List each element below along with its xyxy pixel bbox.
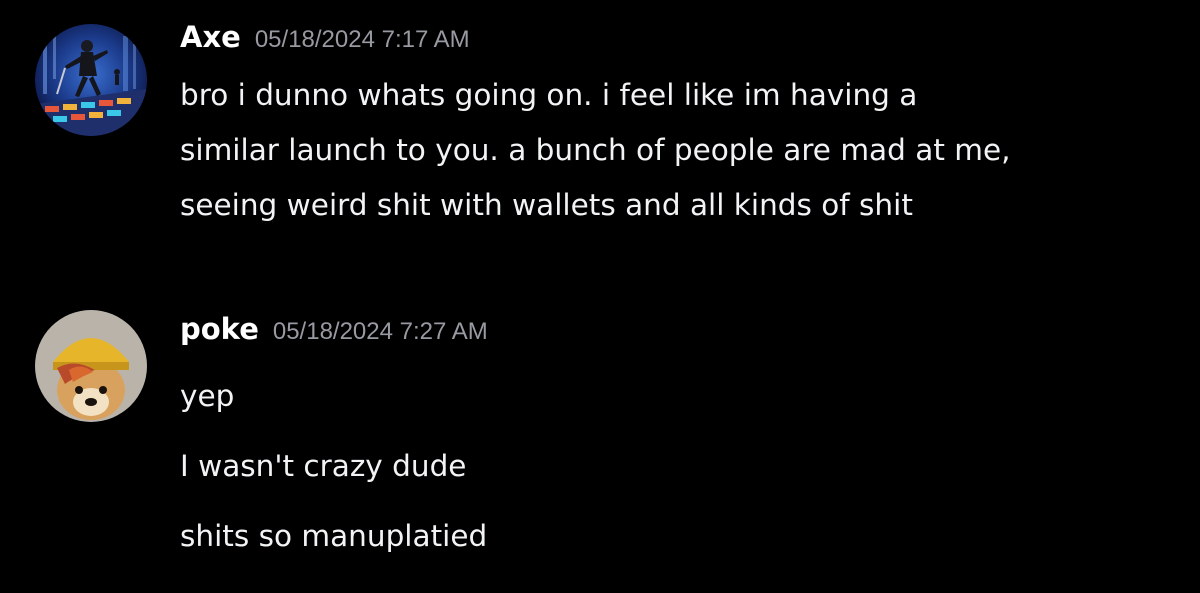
message-header-axe: Axe 05/18/2024 7:17 AM — [180, 20, 470, 54]
message-content-poke: yep I wasn't crazy dude shits so manupla… — [180, 369, 1170, 579]
username-poke[interactable]: poke — [180, 312, 259, 346]
message-line: similar launch to you. a bunch of people… — [180, 133, 1011, 167]
timestamp-poke[interactable]: 05/18/2024 7:27 AM — [273, 318, 488, 345]
message-line: bro i dunno whats going on. i feel like … — [180, 78, 918, 112]
message-header-poke: poke 05/18/2024 7:27 AM — [180, 312, 488, 346]
message-content-axe: bro i dunno whats going on. i feel like … — [180, 68, 1170, 233]
message-line: seeing weird shit with wallets and all k… — [180, 188, 913, 222]
avatar-poke[interactable] — [35, 310, 147, 422]
avatar-axe[interactable] — [35, 24, 147, 136]
avatar-poke-image — [35, 310, 147, 422]
username-axe[interactable]: Axe — [180, 20, 241, 54]
message-text: shits so manuplatied — [180, 519, 488, 553]
message-text: I wasn't crazy dude — [180, 449, 467, 483]
message-text: yep — [180, 379, 235, 413]
avatar-axe-image — [35, 24, 147, 136]
timestamp-axe[interactable]: 05/18/2024 7:17 AM — [255, 26, 470, 53]
